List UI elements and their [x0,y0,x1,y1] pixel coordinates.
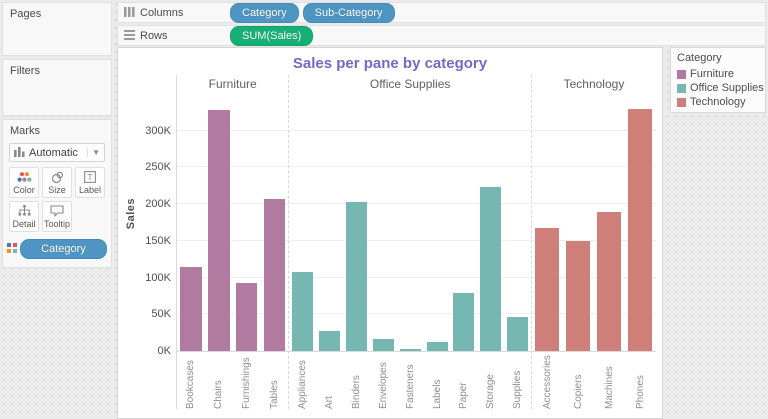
color-legend: Category Furniture Office Supplies Technol… [670,47,766,113]
chevron-down-icon: ▼ [87,148,100,157]
legend-swatch [677,84,686,93]
x-tick-label-accessories: Accessories [542,355,553,409]
x-tick-label-binders: Binders [351,355,362,409]
legend-swatch [677,70,686,79]
bar-furnishings[interactable] [236,283,258,351]
x-tick-label-appliances: Appliances [297,355,308,409]
x-tick-label-machines: Machines [604,355,615,409]
legend-item-office-supplies[interactable]: Office Supplies [677,82,765,94]
bar-art[interactable] [319,331,340,351]
x-tick-label-labels: Labels [432,355,443,409]
bar-accessories[interactable] [535,228,559,351]
svg-text:T: T [87,172,92,182]
y-tick-label: 150K [145,235,171,247]
pane-furniture: Furniture Bookcases Chairs Furnishings Table… [177,75,288,409]
color-legend-icon [7,240,17,258]
bar-paper[interactable] [453,293,474,351]
pages-label: Pages [3,3,111,20]
color-dots-icon [17,171,32,184]
bar-labels[interactable] [427,342,448,351]
legend-title: Category [677,52,765,64]
x-tick-label-supplies: Supplies [512,355,523,409]
x-tick-label-copiers: Copiers [573,355,584,409]
x-tick-label-furnishings: Furnishings [241,355,252,409]
columns-pill-category[interactable]: Category [230,3,299,23]
pane-header: Office Supplies [289,75,531,95]
y-axis: 0K 50K 100K 150K 200K 250K 300K [140,75,176,409]
rows-shelf[interactable]: Rows SUM(Sales) [117,25,766,46]
bar-bookcases[interactable] [180,267,202,351]
columns-label: Columns [140,7,192,19]
bar-binders[interactable] [346,202,367,351]
rows-pill-sum-sales-[interactable]: SUM(Sales) [230,26,313,46]
x-tick-label-storage: Storage [485,355,496,409]
pane-office-supplies: Office Supplies Appliances Art Binders Envel… [288,75,531,409]
bar-phones[interactable] [628,109,652,351]
bar-chairs[interactable] [208,110,230,351]
bar-copiers[interactable] [566,241,590,351]
y-axis-title: Sales [125,198,137,229]
x-tick-label-bookcases: Bookcases [185,355,196,409]
rows-icon [124,27,135,45]
chart-title: Sales per pane by category [118,48,662,75]
mark-type-dropdown[interactable]: Automatic ▼ [9,143,105,162]
y-tick-label: 250K [145,161,171,173]
y-tick-label: 200K [145,198,171,210]
tooltip-bubble-icon [50,205,64,218]
filters-shelf[interactable]: Filters [2,59,112,116]
pane-header: Furniture [177,75,288,95]
bar-chart-icon [14,146,25,160]
columns-pill-sub-category[interactable]: Sub-Category [303,3,395,23]
pane-technology: Technology Accessories Copiers Machines Phon… [531,75,656,409]
legend-item-furniture[interactable]: Furniture [677,68,765,80]
legend-swatch [677,98,686,107]
marks-detail-button[interactable]: Detail [9,201,39,232]
x-tick-label-chairs: Chairs [213,355,224,409]
marks-tooltip-button[interactable]: Tooltip [42,201,72,232]
x-tick-label-phones: Phones [635,355,646,409]
bar-tables[interactable] [264,199,286,351]
x-tick-label-envelopes: Envelopes [378,355,389,409]
x-tick-label-fasteners: Fasteners [405,355,416,409]
columns-icon [124,4,135,22]
marks-card: Marks Automatic ▼ ColorSizeTLabelDetailT… [2,119,112,268]
rows-label: Rows [140,30,192,42]
y-tick-label: 0K [158,345,171,357]
marks-label-button[interactable]: TLabel [75,167,105,198]
bar-envelopes[interactable] [373,339,394,351]
bar-supplies[interactable] [507,317,528,352]
y-tick-label: 100K [145,272,171,284]
marks-label: Marks [3,120,111,137]
marks-color-button[interactable]: Color [9,167,39,198]
mark-type-value: Automatic [29,147,78,159]
bar-storage[interactable] [480,187,501,351]
columns-shelf[interactable]: Columns CategorySub-Category [117,2,766,23]
size-circles-icon [51,171,64,184]
bar-appliances[interactable] [292,272,313,351]
filters-label: Filters [3,60,111,77]
bar-machines[interactable] [597,212,621,351]
chart-view: Sales per pane by category Sales 0K 50K 10… [117,47,663,419]
text-label-icon: T [84,171,96,184]
marks-size-button[interactable]: Size [42,167,72,198]
pane-header: Technology [532,75,656,95]
legend-item-technology[interactable]: Technology [677,96,765,108]
y-tick-label: 50K [151,308,171,320]
x-tick-label-art: Art [324,355,335,409]
x-tick-label-paper: Paper [458,355,469,409]
marks-category-pill[interactable]: Category [20,239,107,259]
y-tick-label: 300K [145,125,171,137]
detail-tree-icon [18,205,31,218]
bar-fasteners[interactable] [400,349,421,351]
x-tick-label-tables: Tables [269,355,280,409]
pages-shelf[interactable]: Pages [2,2,112,56]
